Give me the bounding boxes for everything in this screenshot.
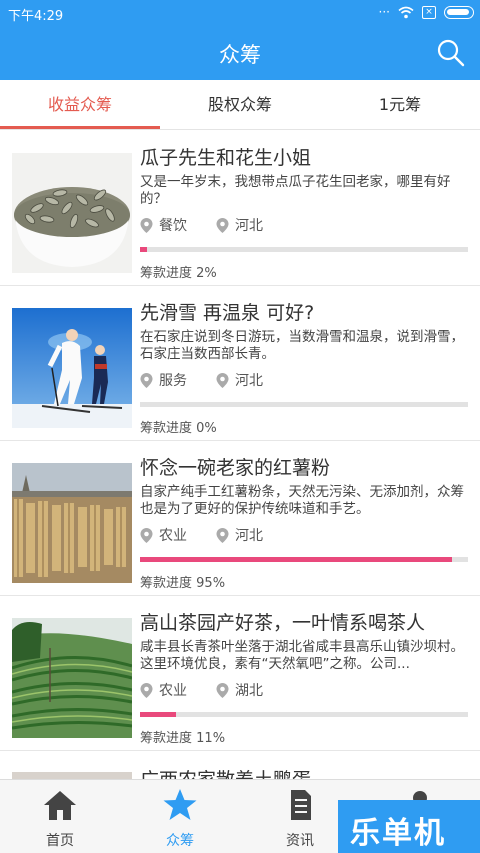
- project-description: 自家产纯手工红薯粉条，天然无污染、无添加剂，众筹也是为了更好的保护传统味道和手艺…: [140, 484, 464, 517]
- location-pin-icon: [216, 527, 229, 543]
- status-time: 下午4:29: [8, 9, 64, 24]
- battery-icon: [444, 5, 474, 19]
- location-label: 河北: [235, 373, 263, 389]
- app-header: 众筹: [0, 26, 480, 80]
- status-icons: ··· ×: [379, 5, 474, 19]
- category-label: 餐饮: [159, 218, 187, 234]
- category-tag: 农业: [140, 525, 187, 545]
- project-title: 怀念一碗老家的红薯粉: [140, 457, 331, 479]
- no-sim-icon: ×: [422, 5, 436, 19]
- location-pin-icon: [216, 372, 229, 388]
- progress-label: 筹款进度: [140, 731, 193, 746]
- watermark-text: 乐单机: [350, 816, 446, 851]
- progress-label: 筹款进度: [140, 576, 193, 591]
- location-tag: 河北: [216, 370, 263, 390]
- location-label: 河北: [235, 528, 263, 544]
- progress-label: 筹款进度: [140, 421, 193, 436]
- tab-income-crowdfunding[interactable]: 收益众筹: [0, 80, 160, 130]
- funding-progress-fill: [140, 712, 177, 717]
- progress-value: 11%: [196, 731, 226, 746]
- tab-bar: 收益众筹 股权众筹 1元筹: [0, 80, 480, 130]
- project-title: 先滑雪 再温泉 可好?: [140, 302, 315, 324]
- star-icon: [163, 789, 197, 820]
- project-description: 在石家庄说到冬日游玩，当数滑雪和温泉，说到滑雪，石家庄当数西部长青。: [140, 329, 464, 362]
- document-icon: [291, 790, 311, 820]
- project-description: 又是一年岁末，我想带点瓜子花生回老家，哪里有好的？: [140, 174, 451, 207]
- progress-value: 2%: [196, 266, 217, 281]
- funding-progress-text: 筹款进度 0%: [140, 417, 217, 436]
- search-icon[interactable]: [436, 38, 466, 68]
- progress-value: 95%: [196, 576, 226, 591]
- nav-home-label: 首页: [46, 833, 74, 849]
- tea-terraces-image: [12, 618, 132, 738]
- status-bar: 下午4:29 ··· ×: [0, 0, 480, 26]
- category-tag: 服务: [140, 370, 187, 390]
- funding-progress-fill: [140, 247, 147, 252]
- funding-progress-text: 筹款进度 2%: [140, 262, 217, 281]
- location-tag: 河北: [216, 215, 263, 235]
- nav-home[interactable]: 首页: [0, 780, 120, 853]
- skiers-image: [12, 308, 132, 428]
- category-pin-icon: [140, 217, 153, 233]
- project-title: 高山茶园产好茶，一叶情系喝茶人: [140, 612, 426, 634]
- location-pin-icon: [216, 682, 229, 698]
- location-tag: 河北: [216, 525, 263, 545]
- tab-one-yuan[interactable]: 1元筹: [320, 80, 480, 130]
- funding-progress-bar: [140, 557, 468, 562]
- funding-progress-bar: [140, 247, 468, 252]
- project-description: 咸丰县长青茶叶坐落于湖北省咸丰县高乐山镇沙坝村。这里环境优良，素有“天然氧吧”之…: [140, 639, 464, 672]
- list-item[interactable]: 怀念一碗老家的红薯粉 自家产纯手工红薯粉条，天然无污染、无添加剂，众筹也是为了更…: [0, 441, 480, 596]
- nav-crowdfunding[interactable]: 众筹: [120, 780, 240, 853]
- funding-progress-bar: [140, 712, 468, 717]
- nav-crowdfunding-label: 众筹: [166, 833, 194, 849]
- category-label: 农业: [159, 528, 187, 544]
- watermark: 乐单机: [338, 800, 480, 853]
- drying-noodles-image: [12, 463, 132, 583]
- location-label: 河北: [235, 218, 263, 234]
- funding-progress-bar: [140, 402, 468, 407]
- active-tab-indicator: [0, 126, 160, 129]
- list-item[interactable]: 瓜子先生和花生小姐 又是一年岁末，我想带点瓜子花生回老家，哪里有好的？ 餐饮 河…: [0, 131, 480, 286]
- category-label: 服务: [159, 373, 187, 389]
- location-pin-icon: [216, 217, 229, 233]
- category-label: 农业: [159, 683, 187, 699]
- list-item[interactable]: 先滑雪 再温泉 可好? 在石家庄说到冬日游玩，当数滑雪和温泉，说到滑雪，石家庄当…: [0, 286, 480, 441]
- progress-value: 0%: [196, 421, 217, 436]
- more-dots-icon: ···: [378, 5, 390, 19]
- location-tag: 湖北: [216, 680, 263, 700]
- category-pin-icon: [140, 682, 153, 698]
- category-pin-icon: [140, 372, 153, 388]
- location-label: 湖北: [235, 683, 263, 699]
- category-tag: 农业: [140, 680, 187, 700]
- project-title: 瓜子先生和花生小姐: [140, 147, 312, 169]
- category-pin-icon: [140, 527, 153, 543]
- category-tag: 餐饮: [140, 215, 187, 235]
- sunflower-seeds-image: [12, 153, 132, 273]
- wifi-icon: [398, 6, 414, 18]
- home-icon: [44, 791, 76, 820]
- tab-equity-crowdfunding[interactable]: 股权众筹: [160, 80, 320, 130]
- list-item[interactable]: 高山茶园产好茶，一叶情系喝茶人 咸丰县长青茶叶坐落于湖北省咸丰县高乐山镇沙坝村。…: [0, 596, 480, 751]
- page-title: 众筹: [219, 43, 261, 67]
- progress-label: 筹款进度: [140, 266, 193, 281]
- funding-progress-text: 筹款进度 95%: [140, 572, 225, 591]
- funding-progress-text: 筹款进度 11%: [140, 727, 225, 746]
- funding-progress-fill: [140, 557, 452, 562]
